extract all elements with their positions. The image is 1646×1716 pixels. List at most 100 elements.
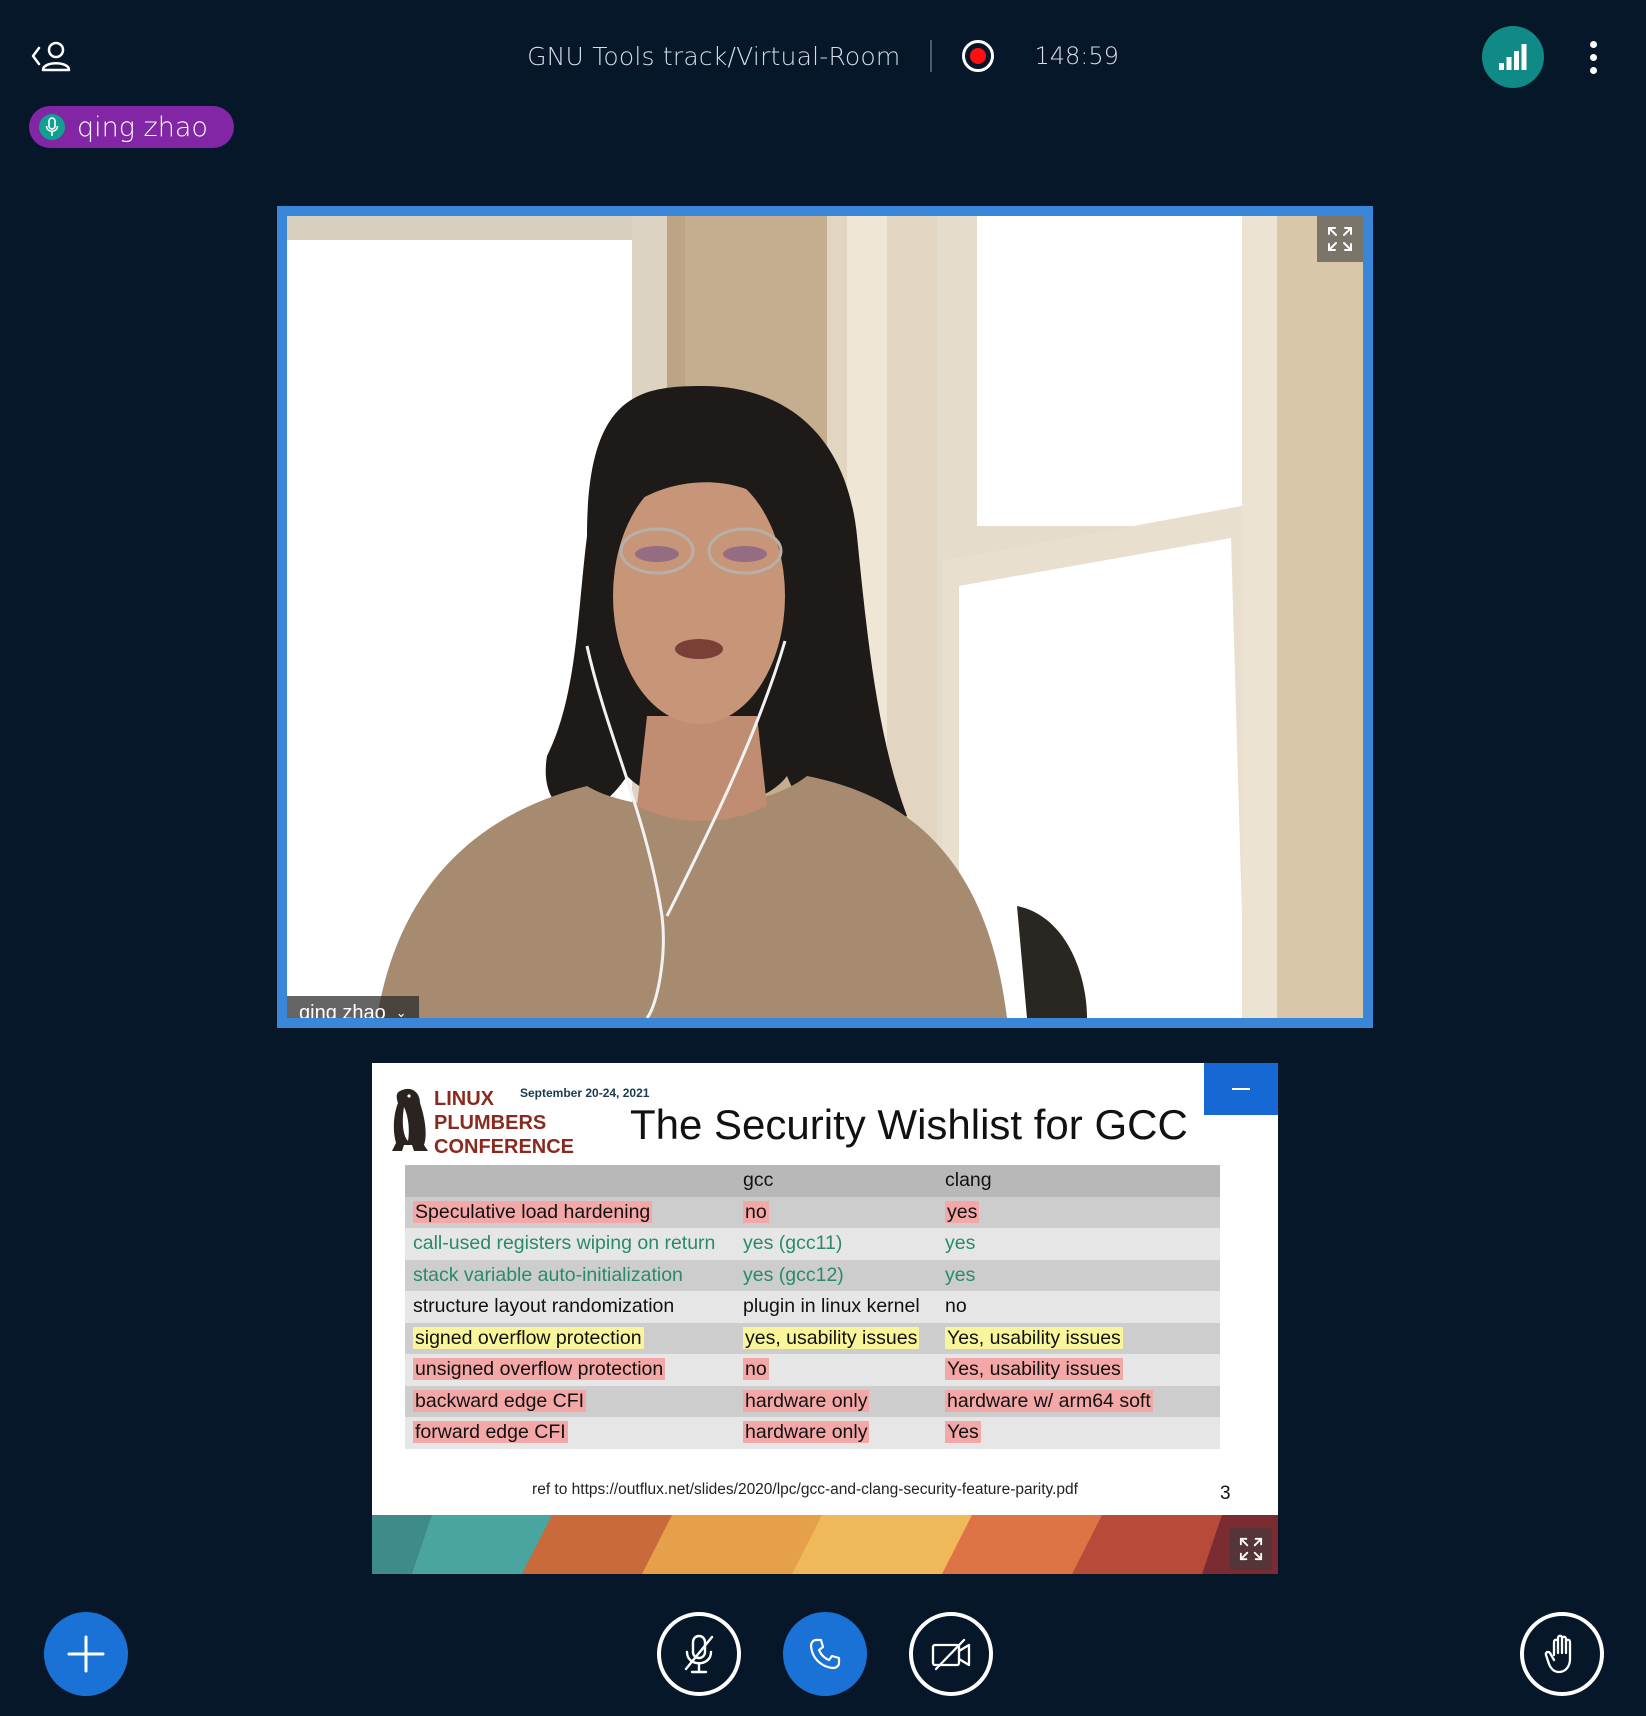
share-webcam-button[interactable] [909,1612,993,1696]
comparison-table: gcc clang Speculative load hardening no yes c… [405,1165,1220,1449]
table-cell: signed overflow protection [405,1322,735,1354]
table-row: backward edge CFI hardware only hardware w… [405,1385,1220,1417]
talking-user-name: qing zhao [77,111,208,143]
table-cell: no [937,1291,1220,1323]
table-cell: yes, usability issues [735,1322,937,1354]
leave-audio-button[interactable] [783,1612,867,1696]
table-row: unsigned overflow protection no Yes, usabi… [405,1354,1220,1386]
table-cell-text: yes [945,1200,980,1223]
table-cell: hardware only [735,1385,937,1417]
table-cell: yes [937,1196,1220,1228]
table-cell: no [735,1196,937,1228]
record-button[interactable] [962,40,995,72]
actions-button[interactable] [44,1612,128,1696]
table-row: Speculative load hardening no yes [405,1196,1220,1228]
table-cell: yes (gcc11) [735,1228,937,1260]
presentation-slide: LINUX PLUMBERS CONFERENCE September 20-2… [372,1063,1278,1574]
table-cell: backward edge CFI [405,1385,735,1417]
table-header-row: gcc clang [405,1165,1220,1197]
table-cell: call-used registers wiping on return [405,1228,735,1260]
table-cell: structure layout randomization [405,1291,735,1323]
svg-text:CONFERENCE: CONFERENCE [434,1136,574,1157]
table-cell-text: yes (gcc12) [743,1263,844,1286]
table-cell: yes [937,1259,1220,1291]
conference-date: September 20-24, 2021 [520,1086,650,1100]
table-cell: unsigned overflow protection [405,1354,735,1386]
table-header-cell [405,1165,735,1197]
record-icon [970,48,987,64]
table-cell-text: Yes, usability issues [945,1326,1123,1349]
plus-icon [67,1635,105,1673]
table-cell-text: plugin in linux kernel [743,1295,920,1318]
table-header-cell: clang [937,1165,1220,1197]
table-cell-text: yes, usability issues [743,1326,920,1349]
table-cell-text: backward edge CFI [413,1389,587,1412]
table-cell-text: signed overflow protection [413,1326,644,1349]
talking-indicator[interactable]: qing zhao [29,106,234,148]
table-cell-text: no [945,1295,967,1318]
table-cell-text: no [743,1358,769,1381]
table-cell-text: yes [945,1263,976,1286]
table-cell: plugin in linux kernel [735,1291,937,1323]
table-row: structure layout randomization plugin in … [405,1291,1220,1323]
meeting-header: GNU Tools track/Virtual-Room 148:59 [0,30,1646,82]
table-row: stack variable auto-initialization yes (g… [405,1259,1220,1291]
webcam-fullscreen-button[interactable] [1317,216,1363,262]
table-cell-text: yes (gcc11) [743,1232,843,1255]
webcam-feed-image [287,216,1363,1018]
table-cell-text: hardware w/ arm64 soft [945,1389,1153,1412]
minus-icon [1232,1088,1250,1090]
table-row: forward edge CFI hardware only Yes [405,1417,1220,1449]
table-row: signed overflow protection yes, usability… [405,1322,1220,1354]
table-cell-text: structure layout randomization [413,1295,675,1318]
table-cell: Yes [937,1417,1220,1449]
table-cell: yes [937,1228,1220,1260]
raise-hand-button[interactable] [1520,1612,1604,1696]
microphone-icon [39,114,65,140]
expand-icon [1328,227,1352,251]
webcam-user-name: qing zhao [299,1001,386,1024]
slide-title: The Security Wishlist for GCC [630,1101,1188,1148]
minimize-presentation-button[interactable] [1204,1063,1278,1115]
table-cell-text: Yes [945,1421,981,1444]
table-cell-text: forward edge CFI [413,1421,568,1444]
unmute-button[interactable] [657,1612,741,1696]
table-cell: stack variable auto-initialization [405,1259,735,1291]
svg-text:PLUMBERS: PLUMBERS [434,1112,546,1134]
presentation-fullscreen-button[interactable] [1230,1528,1272,1570]
table-header-cell: gcc [735,1165,937,1197]
webcam-user-label[interactable]: qing zhao ⌄ [287,996,419,1024]
camera-off-icon [931,1638,971,1671]
connection-status-button[interactable] [1482,26,1544,88]
top-bar: GNU Tools track/Virtual-Room 148:59 [0,0,1646,112]
hand-icon [1544,1634,1572,1674]
table-cell-text: yes [945,1232,976,1255]
table-cell-text: hardware only [743,1421,870,1444]
webcam-video[interactable]: qing zhao ⌄ [277,206,1373,1028]
table-cell: Yes, usability issues [937,1322,1220,1354]
table-cell-text: Yes, usability issues [945,1358,1123,1381]
vertical-dots-icon [1589,40,1597,48]
table-cell: no [735,1354,937,1386]
table-cell-text: stack variable auto-initialization [413,1263,683,1286]
slide-reference: ref to https://outflux.net/slides/2020/l… [532,1481,1078,1498]
table-cell: hardware w/ arm64 soft [937,1385,1220,1417]
chevron-down-icon: ⌄ [395,1005,407,1020]
expand-icon [1239,1537,1263,1561]
header-divider [930,40,933,72]
table-cell-text: Speculative load hardening [413,1200,653,1223]
recording-timer: 148:59 [1034,42,1119,70]
table-cell: forward edge CFI [405,1417,735,1449]
table-cell-text: unsigned overflow protection [413,1358,666,1381]
microphone-muted-icon [684,1634,714,1674]
signal-bars-icon [1499,44,1527,70]
table-cell: hardware only [735,1417,937,1449]
table-cell-text: no [743,1200,769,1223]
table-cell: yes (gcc12) [735,1259,937,1291]
phone-icon [809,1638,841,1670]
table-row: call-used registers wiping on return yes … [405,1228,1220,1260]
options-menu-button[interactable] [1570,34,1616,80]
table-cell-text: call-used registers wiping on return [413,1232,716,1255]
meeting-title: GNU Tools track/Virtual-Room [527,41,901,71]
svg-text:LINUX: LINUX [434,1088,495,1110]
